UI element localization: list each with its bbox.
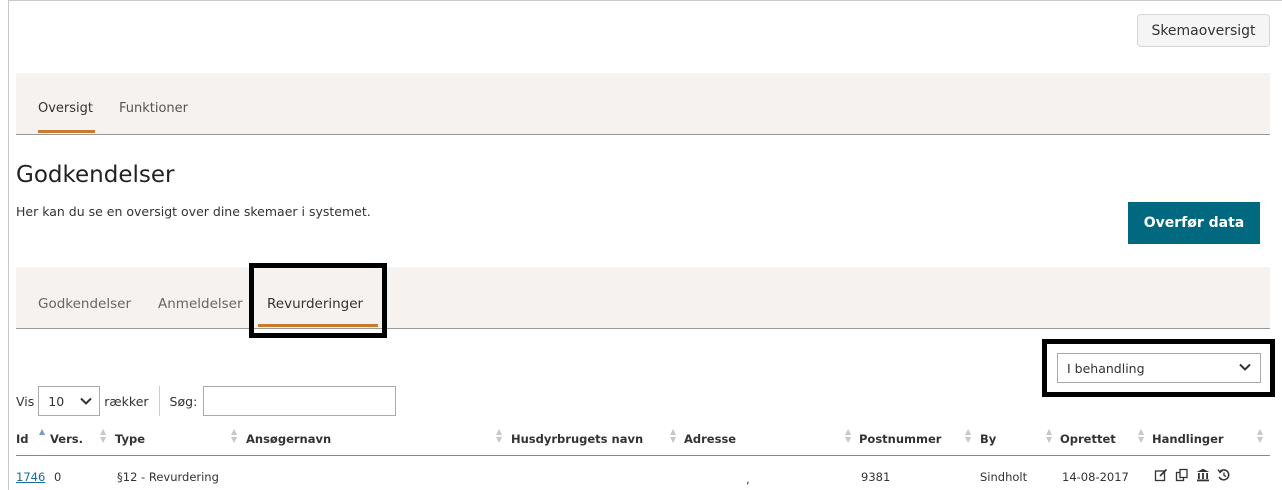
- page-length-value: 10: [48, 393, 65, 409]
- sub-navigation: Oversigt Funktioner: [16, 73, 1270, 135]
- column-oprettet[interactable]: Oprettet: [1060, 432, 1116, 446]
- tab-funktioner[interactable]: Funktioner: [119, 101, 188, 116]
- sort-icon[interactable]: ▲ ▼: [231, 428, 237, 444]
- sort-icon[interactable]: ▲ ▼: [1138, 428, 1144, 444]
- history-icon[interactable]: [1217, 468, 1231, 485]
- controls-divider: [158, 386, 160, 416]
- sort-icon[interactable]: ▲ ▼: [965, 428, 971, 444]
- sort-icon[interactable]: ▲ ▼: [845, 428, 851, 444]
- rows-label: rækker: [104, 393, 149, 409]
- table-length-controls: Vis 10 rækker Søg:: [16, 386, 397, 416]
- highlight-box-revurderinger: [249, 263, 387, 338]
- row-postnummer: 9381: [861, 470, 891, 484]
- tab-godkendelser[interactable]: Godkendelser: [38, 296, 131, 312]
- page-length-select[interactable]: 10: [38, 386, 101, 416]
- row-id-link[interactable]: 1746: [16, 470, 45, 484]
- sort-icon[interactable]: ▲ ▼: [1257, 428, 1263, 444]
- column-id[interactable]: Id: [16, 432, 29, 446]
- row-oprettet: 14-08-2017: [1062, 470, 1129, 484]
- schema-tabs: Godkendelser Anmeldelser Revurderinger: [16, 267, 1270, 329]
- row-actions: [1154, 468, 1231, 485]
- column-type[interactable]: Type: [115, 432, 145, 446]
- sort-icon[interactable]: ▲ ▼: [670, 428, 676, 444]
- tab-oversigt[interactable]: Oversigt: [38, 101, 93, 116]
- sort-icon[interactable]: ▲ ▼: [1046, 428, 1052, 444]
- table-row: 1746 0 §12 - Revurdering , 9381 Sindholt…: [16, 466, 1270, 488]
- column-husdyrbrugets-navn[interactable]: Husdyrbrugets navn: [511, 432, 643, 446]
- row-type: §12 - Revurdering: [117, 470, 219, 484]
- overfoer-data-button[interactable]: Overfør data: [1128, 202, 1260, 244]
- column-adresse[interactable]: Adresse: [684, 432, 736, 446]
- sort-icon[interactable]: ▲ ▼: [100, 428, 106, 444]
- column-postnummer[interactable]: Postnummer: [859, 432, 941, 446]
- active-tab-indicator: [38, 130, 95, 133]
- search-input[interactable]: [203, 386, 397, 416]
- search-label: Søg:: [169, 393, 198, 409]
- row-adresse: ,: [746, 472, 750, 486]
- column-ansoegernavn[interactable]: Ansøgernavn: [246, 432, 331, 446]
- copy-icon[interactable]: [1175, 468, 1189, 485]
- highlight-box-status-filter: [1042, 339, 1275, 397]
- show-label: Vis: [16, 393, 35, 409]
- tab-anmeldelser[interactable]: Anmeldelser: [158, 296, 243, 312]
- skemaoversigt-button[interactable]: Skemaoversigt: [1137, 14, 1270, 47]
- column-by[interactable]: By: [980, 432, 996, 446]
- page-subtitle: Her kan du se en oversigt over dine skem…: [16, 204, 371, 219]
- institution-icon[interactable]: [1196, 468, 1210, 485]
- column-handlinger[interactable]: Handlinger: [1152, 432, 1224, 446]
- row-by: Sindholt: [980, 470, 1028, 484]
- sort-icon[interactable]: ▲ ▼: [496, 428, 502, 444]
- column-vers[interactable]: Vers.: [50, 432, 83, 446]
- sort-icon[interactable]: ▲: [39, 428, 45, 436]
- edit-icon[interactable]: [1154, 468, 1168, 485]
- page-title: Godkendelser: [16, 162, 175, 188]
- table-header: Id ▲ Vers. ▲ ▼ Type ▲ ▼ Ansøgernavn ▲ ▼ Hus…: [16, 426, 1270, 456]
- row-vers: 0: [54, 470, 62, 484]
- chevron-down-icon: [79, 394, 93, 411]
